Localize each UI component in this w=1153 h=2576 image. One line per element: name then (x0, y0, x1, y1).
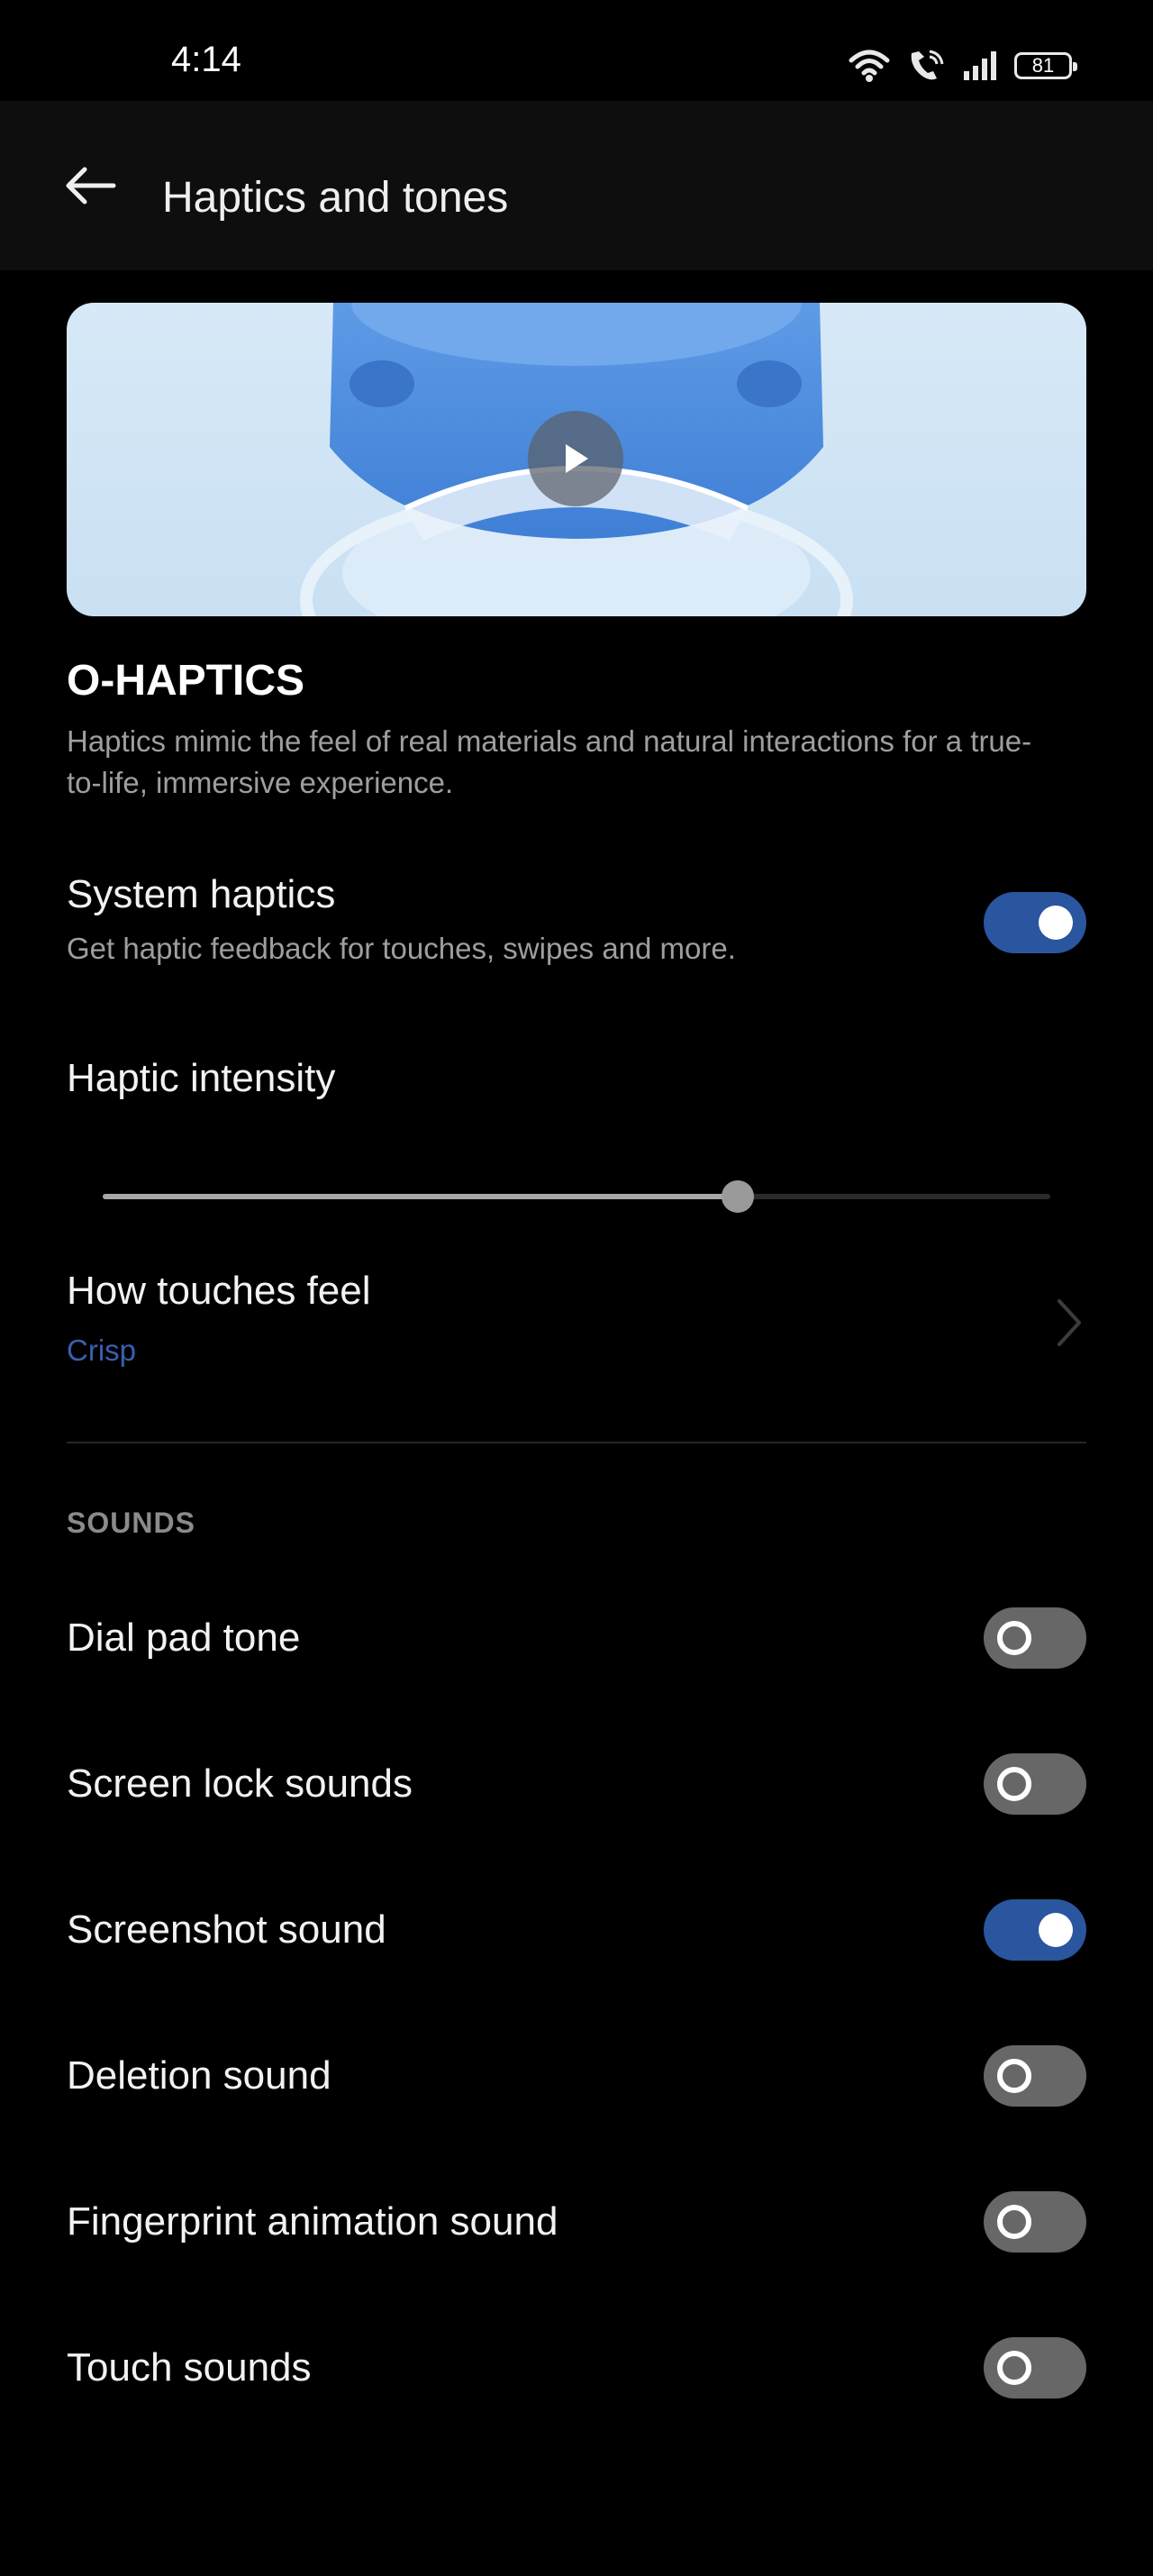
sound-toggle[interactable] (984, 2045, 1086, 2107)
status-time: 4:14 (171, 40, 241, 79)
slider-fill (103, 1194, 738, 1199)
status-icons: 81 (849, 45, 1077, 86)
sounds-header: SOUNDS (67, 1506, 195, 1539)
sound-row[interactable]: Dial pad tone (67, 1606, 1086, 1670)
haptics-video-preview[interactable] (67, 303, 1086, 616)
wifi-icon (849, 50, 890, 82)
chevron-right-icon (1058, 1299, 1081, 1346)
haptic-intensity-slider[interactable] (103, 1179, 1050, 1215)
divider (67, 1442, 1086, 1443)
toggle-knob (997, 1767, 1031, 1801)
how-touches-feel-label: How touches feel (67, 1269, 371, 1313)
sound-label: Screen lock sounds (67, 1761, 413, 1806)
page-title: Haptics and tones (162, 174, 509, 222)
sound-label: Screenshot sound (67, 1907, 386, 1952)
signal-icon (964, 51, 996, 80)
system-haptics-row[interactable]: System haptics Get haptic feedback for t… (67, 872, 1086, 980)
status-bar: 4:14 81 (0, 0, 1153, 101)
sound-toggle[interactable] (984, 1753, 1086, 1815)
system-haptics-toggle[interactable] (984, 892, 1086, 953)
toggle-knob (997, 1621, 1031, 1655)
sound-row[interactable]: Screenshot sound (67, 1898, 1086, 1962)
sound-row[interactable]: Deletion sound (67, 2044, 1086, 2108)
haptic-intensity-label: Haptic intensity (67, 1056, 336, 1100)
battery-level: 81 (1031, 54, 1055, 77)
sound-toggle[interactable] (984, 1899, 1086, 1961)
sound-label: Deletion sound (67, 2053, 331, 2098)
sound-toggle[interactable] (984, 2337, 1086, 2399)
play-button[interactable] (528, 411, 623, 506)
arrow-left-icon (66, 167, 116, 205)
sound-toggle[interactable] (984, 2191, 1086, 2253)
sound-label: Fingerprint animation sound (67, 2199, 558, 2244)
toggle-knob (1039, 906, 1073, 940)
toggle-knob (997, 2351, 1031, 2385)
play-icon (566, 444, 588, 473)
o-haptics-title: O-HAPTICS (67, 657, 304, 705)
toggle-knob (997, 2205, 1031, 2239)
toggle-knob (997, 2059, 1031, 2093)
sound-label: Touch sounds (67, 2345, 312, 2389)
app-bar: Haptics and tones (0, 101, 1153, 270)
system-haptics-subtitle: Get haptic feedback for touches, swipes … (67, 932, 736, 965)
haptic-intensity-row: Haptic intensity (67, 1056, 1086, 1101)
battery-icon: 81 (1014, 52, 1077, 79)
how-touches-feel-row[interactable]: How touches feel Crisp (67, 1269, 1086, 1377)
how-touches-feel-value: Crisp (67, 1334, 137, 1367)
toggle-knob (1039, 1913, 1073, 1947)
sound-row[interactable]: Touch sounds (67, 2335, 1086, 2400)
sound-label: Dial pad tone (67, 1616, 301, 1660)
sound-row[interactable]: Screen lock sounds (67, 1752, 1086, 1816)
wifi-calling-icon (911, 50, 944, 80)
sound-toggle[interactable] (984, 1607, 1086, 1669)
system-haptics-label: System haptics (67, 872, 336, 916)
slider-thumb[interactable] (721, 1180, 754, 1213)
sound-row[interactable]: Fingerprint animation sound (67, 2189, 1086, 2254)
o-haptics-description: Haptics mimic the feel of real materials… (67, 724, 1032, 799)
back-button[interactable] (54, 157, 126, 214)
